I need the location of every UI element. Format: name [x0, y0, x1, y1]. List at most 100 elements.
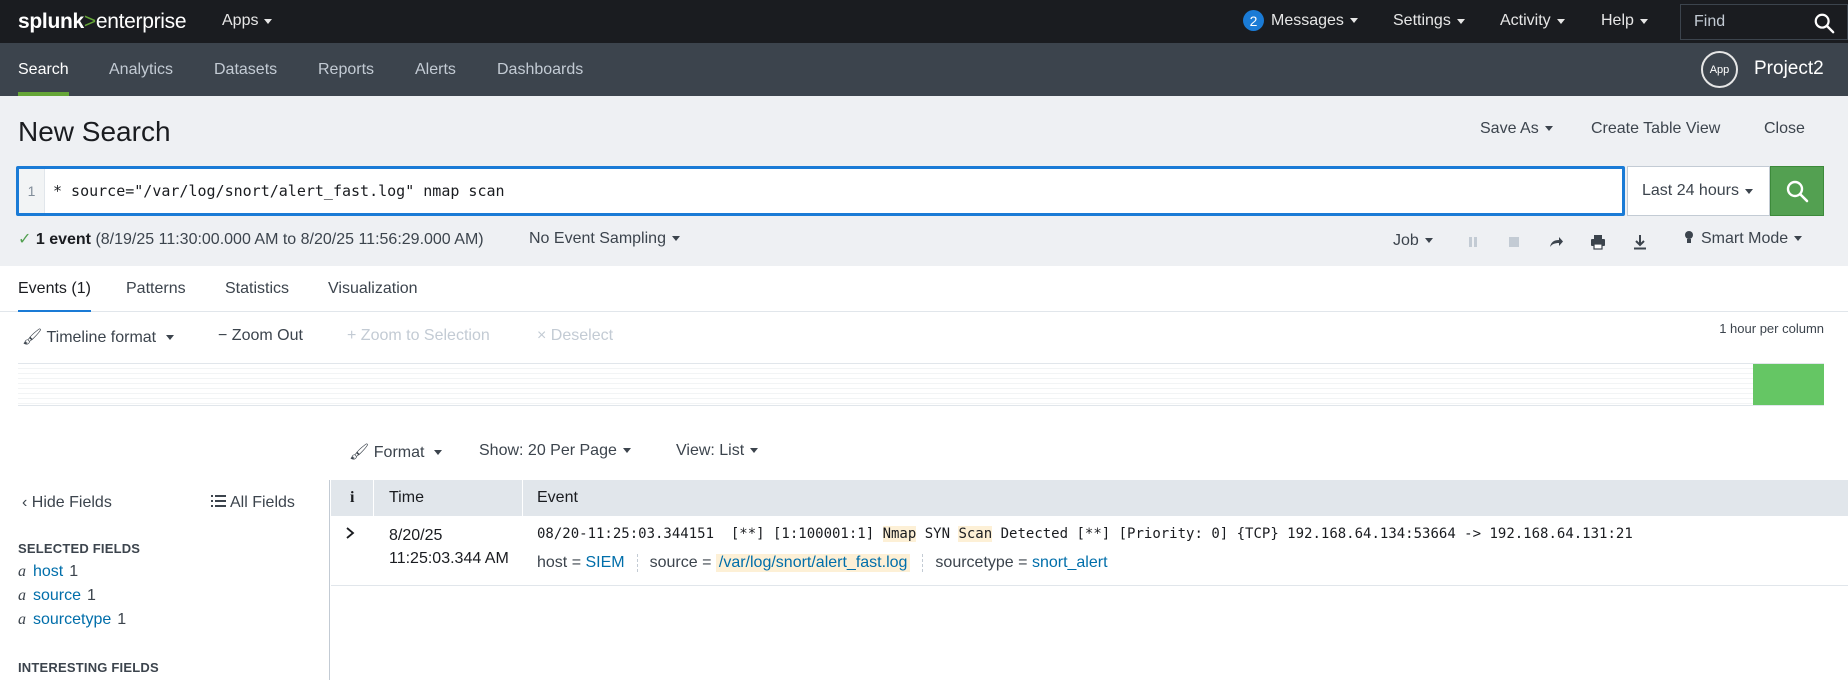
apps-menu[interactable]: Apps [222, 12, 273, 30]
app-tab-reports[interactable]: Reports [318, 43, 374, 96]
event-sampling-menu[interactable]: No Event Sampling [529, 230, 680, 248]
field-name[interactable]: host [33, 563, 63, 580]
zoom-to-selection-button[interactable]: + Zoom to Selection [347, 327, 490, 345]
search-header: New Search Save As Create Table View Clo… [0, 96, 1848, 266]
brush-icon: 🖌 [349, 444, 370, 461]
field-value-host[interactable]: SIEM [585, 554, 624, 572]
field-type: a [18, 563, 26, 580]
messages-menu[interactable]: 2 Messages [1243, 10, 1358, 31]
deselect-button[interactable]: × Deselect [537, 327, 613, 345]
page-size-label: Show: 20 Per Page [479, 442, 617, 459]
field-key-source: source = [649, 554, 712, 571]
timeline-format-menu[interactable]: 🖌 Timeline format [22, 327, 175, 347]
save-as-menu[interactable]: Save As [1480, 120, 1553, 138]
minus-icon: − [218, 327, 228, 344]
field-name[interactable]: sourcetype [33, 611, 111, 628]
job-menu[interactable]: Job [1393, 232, 1433, 250]
search-icon[interactable] [1813, 12, 1835, 34]
search-query-input[interactable] [53, 169, 1613, 213]
field-item-sourcetype[interactable]: a sourcetype 1 [18, 611, 126, 629]
page-size-menu[interactable]: Show: 20 Per Page [479, 442, 631, 460]
chevron-right-icon[interactable] [343, 526, 357, 540]
chevron-down-icon [671, 236, 680, 242]
results-toolbar: 🖌 Format Show: 20 Per Page View: List [0, 412, 1848, 480]
zoom-to-selection-label: Zoom to Selection [360, 327, 490, 344]
timeline-column[interactable] [1753, 364, 1824, 405]
search-term-highlight[interactable]: Nmap [882, 526, 917, 542]
field-divider [636, 554, 638, 572]
activity-menu-label: Activity [1500, 12, 1551, 29]
download-icon[interactable] [1631, 233, 1649, 251]
stop-icon[interactable] [1505, 233, 1523, 251]
deselect-label: Deselect [550, 327, 614, 344]
timeline-format-label: Timeline format [46, 329, 157, 346]
search-status: ✓ 1 event (8/19/25 11:30:00.000 AM to 8/… [18, 229, 484, 249]
create-table-view-button[interactable]: Create Table View [1591, 120, 1720, 138]
event-field-summary: host = SIEM source = /var/log/snort/aler… [537, 554, 1108, 572]
chevron-down-icon [1639, 18, 1648, 24]
hide-fields-button[interactable]: ‹ Hide Fields [22, 494, 112, 512]
app-name[interactable]: Project2 [1754, 58, 1824, 80]
search-time-range-text: (8/19/25 11:30:00.000 AM to 8/20/25 11:5… [95, 231, 484, 248]
zoom-out-button[interactable]: − Zoom Out [218, 327, 303, 345]
column-divider [373, 480, 374, 516]
chevron-down-icon [1456, 18, 1465, 24]
event-count: 1 event [35, 231, 91, 248]
search-submit-button[interactable] [1770, 166, 1824, 216]
tab-patterns[interactable]: Patterns [126, 280, 186, 310]
field-value-source[interactable]: /var/log/snort/alert_fast.log [715, 554, 911, 572]
close-button[interactable]: Close [1764, 120, 1805, 138]
field-name[interactable]: source [33, 587, 81, 604]
help-menu[interactable]: Help [1601, 12, 1648, 30]
chevron-down-icon [1349, 18, 1358, 23]
tab-events[interactable]: Events (1) [18, 280, 91, 313]
timeline-scale: 1 hour per column [1719, 321, 1824, 336]
column-header-info: i [350, 489, 355, 506]
field-item-host[interactable]: a host 1 [18, 563, 78, 581]
share-icon[interactable] [1547, 233, 1565, 251]
chevron-down-icon [1544, 126, 1553, 132]
line-number: 1 [19, 169, 45, 213]
field-count: 1 [69, 563, 79, 580]
logo-text-enterprise: enterprise [95, 9, 187, 33]
all-fields-button[interactable]: All Fields [211, 494, 295, 512]
find-input[interactable] [1694, 13, 1804, 31]
column-header-event: Event [537, 489, 578, 506]
interesting-fields-heading: INTERESTING FIELDS [18, 660, 159, 675]
time-range-picker[interactable]: Last 24 hours [1627, 166, 1770, 216]
field-item-source[interactable]: a source 1 [18, 587, 96, 605]
column-header-time[interactable]: Time [389, 480, 424, 516]
tab-statistics[interactable]: Statistics [225, 280, 289, 310]
zoom-out-label: Zoom Out [231, 327, 303, 344]
list-icon [211, 495, 226, 507]
timeline-chart[interactable] [18, 363, 1824, 406]
splunk-logo[interactable]: splunk>enterprise [18, 9, 187, 34]
table-header: i Time Event [331, 480, 1848, 516]
field-value-sourcetype[interactable]: snort_alert [1032, 554, 1108, 572]
event-text: Detected [**] [Priority: 0] {TCP} 192.16… [992, 526, 1633, 542]
pause-icon[interactable] [1464, 233, 1482, 251]
logo-text-chevron: > [83, 9, 96, 33]
format-menu[interactable]: 🖌 Format [349, 442, 443, 462]
view-mode-menu[interactable]: View: List [676, 442, 759, 460]
settings-menu[interactable]: Settings [1393, 12, 1465, 30]
app-tab-search[interactable]: Search [18, 43, 69, 96]
print-icon[interactable] [1589, 233, 1607, 251]
app-tab-datasets[interactable]: Datasets [214, 43, 277, 96]
search-term-highlight[interactable]: Scan [958, 526, 993, 542]
app-tab-dashboards[interactable]: Dashboards [497, 43, 583, 96]
app-tab-analytics[interactable]: Analytics [109, 43, 173, 96]
activity-menu[interactable]: Activity [1500, 12, 1565, 30]
find-box [1680, 4, 1848, 40]
top-navigation-bar: splunk>enterprise Apps 2 Messages Settin… [0, 0, 1848, 43]
chevron-down-icon [1556, 18, 1565, 24]
search-mode-menu[interactable]: Smart Mode [1683, 230, 1803, 248]
app-logo-icon[interactable]: App [1701, 51, 1738, 88]
field-key-host: host = [537, 554, 582, 571]
format-label: Format [373, 444, 425, 461]
tab-visualization[interactable]: Visualization [328, 280, 418, 310]
messages-count-badge: 2 [1243, 10, 1264, 31]
app-tab-alerts[interactable]: Alerts [415, 43, 456, 96]
help-menu-label: Help [1601, 12, 1634, 29]
app-navigation-bar: Search Analytics Datasets Reports Alerts… [0, 43, 1848, 96]
